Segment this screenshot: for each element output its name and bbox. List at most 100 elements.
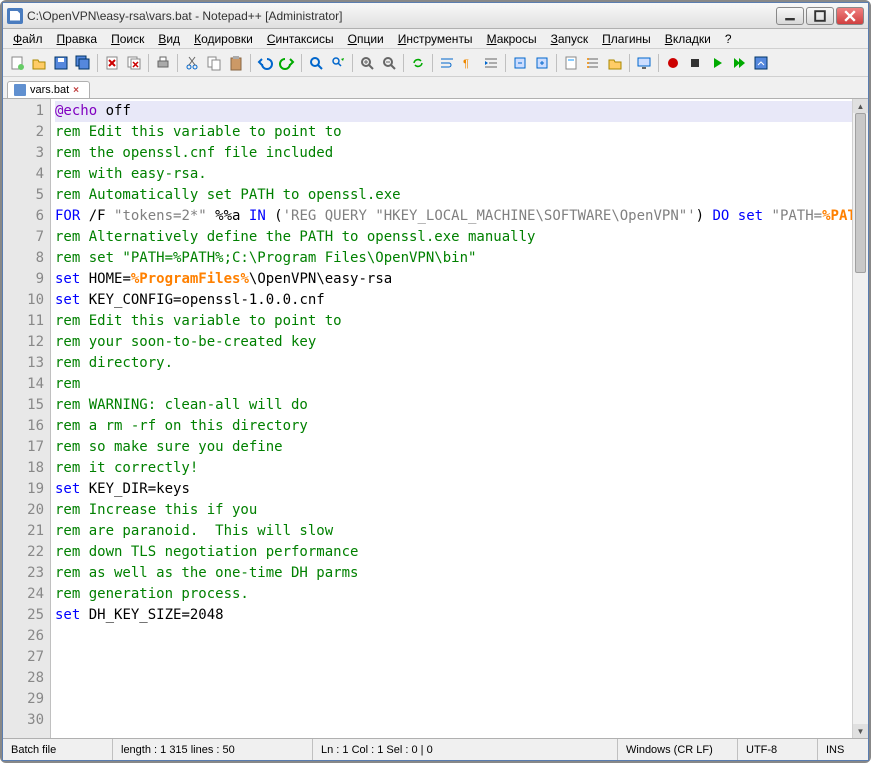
cut-icon[interactable] [182, 53, 202, 73]
scroll-down-arrow[interactable]: ▼ [853, 724, 868, 738]
menu-item-4[interactable]: Кодировки [188, 30, 259, 48]
fold-icon[interactable] [510, 53, 530, 73]
code-line[interactable]: rem so make sure you define [55, 437, 864, 458]
find-icon[interactable] [306, 53, 326, 73]
scroll-up-arrow[interactable]: ▲ [853, 99, 868, 113]
close-button[interactable] [836, 7, 864, 25]
func-list-icon[interactable] [583, 53, 603, 73]
code-line[interactable]: rem Alternatively define the PATH to ope… [55, 227, 864, 248]
code-line[interactable]: set KEY_DIR=keys [55, 479, 864, 500]
record-icon[interactable] [663, 53, 683, 73]
toolbar-separator [629, 54, 630, 72]
line-number: 27 [3, 647, 44, 668]
maximize-button[interactable] [806, 7, 834, 25]
menu-item-7[interactable]: Инструменты [392, 30, 479, 48]
code-line[interactable]: rem the openssl.cnf file included [55, 143, 864, 164]
code-line[interactable]: set KEY_CONFIG=openssl-1.0.0.cnf [55, 290, 864, 311]
editor-area[interactable]: 1234567891011121314151617181920212223242… [3, 99, 868, 738]
code-line[interactable]: set HOME=%ProgramFiles%\OpenVPN\easy-rsa [55, 269, 864, 290]
code-content[interactable]: @echo offrem Edit this variable to point… [51, 99, 868, 738]
close-all-icon[interactable] [124, 53, 144, 73]
save-icon[interactable] [51, 53, 71, 73]
code-line[interactable]: rem with easy-rsa. [55, 164, 864, 185]
code-line[interactable]: rem Automatically set PATH to openssl.ex… [55, 185, 864, 206]
print-icon[interactable] [153, 53, 173, 73]
zoom-in-icon[interactable] [357, 53, 377, 73]
vertical-scrollbar[interactable]: ▲ ▼ [852, 99, 868, 738]
new-icon[interactable] [7, 53, 27, 73]
code-line[interactable]: @echo off [55, 101, 864, 122]
menu-item-1[interactable]: Правка [51, 30, 104, 48]
save-all-icon[interactable] [73, 53, 93, 73]
code-line[interactable]: rem set "PATH=%PATH%;C:\Program Files\Op… [55, 248, 864, 269]
code-line[interactable]: rem [55, 374, 864, 395]
line-number: 10 [3, 290, 44, 311]
folder-icon[interactable] [605, 53, 625, 73]
play-icon[interactable] [707, 53, 727, 73]
code-line[interactable]: rem a rm -rf on this directory [55, 416, 864, 437]
toolbar-separator [432, 54, 433, 72]
toolbar: ¶ [3, 49, 868, 77]
code-line[interactable]: set DH_KEY_SIZE=2048 [55, 605, 864, 626]
code-line[interactable]: rem directory. [55, 353, 864, 374]
line-number: 28 [3, 668, 44, 689]
menu-item-2[interactable]: Поиск [105, 30, 150, 48]
code-line[interactable]: rem down TLS negotiation performance [55, 542, 864, 563]
code-line[interactable]: rem Edit this variable to point to [55, 122, 864, 143]
code-line[interactable]: rem WARNING: clean-all will do [55, 395, 864, 416]
redo-icon[interactable] [277, 53, 297, 73]
line-number: 13 [3, 353, 44, 374]
code-line[interactable]: rem Edit this variable to point to [55, 311, 864, 332]
tab-vars-bat[interactable]: vars.bat × [7, 81, 90, 98]
code-line[interactable]: rem are paranoid. This will slow [55, 521, 864, 542]
paste-icon[interactable] [226, 53, 246, 73]
save-macro-icon[interactable] [751, 53, 771, 73]
zoom-out-icon[interactable] [379, 53, 399, 73]
titlebar[interactable]: C:\OpenVPN\easy-rsa\vars.bat - Notepad++… [3, 3, 868, 29]
file-icon [14, 84, 26, 96]
wrap-icon[interactable] [437, 53, 457, 73]
menu-item-6[interactable]: Опции [342, 30, 390, 48]
statusbar: Batch file length : 1 315 lines : 50 Ln … [3, 738, 868, 760]
line-number: 3 [3, 143, 44, 164]
menu-item-5[interactable]: Синтаксисы [261, 30, 340, 48]
doc-map-icon[interactable] [561, 53, 581, 73]
svg-text:¶: ¶ [463, 58, 469, 70]
menu-item-12[interactable]: ? [719, 30, 738, 48]
replace-icon[interactable] [328, 53, 348, 73]
menu-item-8[interactable]: Макросы [481, 30, 543, 48]
code-line[interactable]: rem Increase this if you [55, 500, 864, 521]
all-chars-icon[interactable]: ¶ [459, 53, 479, 73]
code-line[interactable]: rem it correctly! [55, 458, 864, 479]
code-line[interactable]: FOR /F "tokens=2*" %%a IN ('REG QUERY "H… [55, 206, 864, 227]
code-line[interactable]: rem your soon-to-be-created key [55, 332, 864, 353]
undo-icon[interactable] [255, 53, 275, 73]
stop-icon[interactable] [685, 53, 705, 73]
app-icon [7, 8, 23, 24]
line-number: 15 [3, 395, 44, 416]
menu-item-11[interactable]: Вкладки [659, 30, 717, 48]
copy-icon[interactable] [204, 53, 224, 73]
line-number: 11 [3, 311, 44, 332]
line-number: 26 [3, 626, 44, 647]
monitor-icon[interactable] [634, 53, 654, 73]
tab-close-icon[interactable]: × [73, 85, 83, 95]
line-number: 30 [3, 710, 44, 731]
code-line[interactable]: rem as well as the one-time DH parms [55, 563, 864, 584]
line-number: 2 [3, 122, 44, 143]
scrollbar-thumb[interactable] [855, 113, 866, 273]
toolbar-separator [403, 54, 404, 72]
menu-item-10[interactable]: Плагины [596, 30, 657, 48]
sync-icon[interactable] [408, 53, 428, 73]
unfold-icon[interactable] [532, 53, 552, 73]
open-icon[interactable] [29, 53, 49, 73]
minimize-button[interactable] [776, 7, 804, 25]
indent-icon[interactable] [481, 53, 501, 73]
window-title: C:\OpenVPN\easy-rsa\vars.bat - Notepad++… [27, 9, 776, 23]
menu-item-3[interactable]: Вид [152, 30, 186, 48]
close-icon[interactable] [102, 53, 122, 73]
code-line[interactable]: rem generation process. [55, 584, 864, 605]
menu-item-9[interactable]: Запуск [545, 30, 595, 48]
play-multi-icon[interactable] [729, 53, 749, 73]
menu-item-0[interactable]: Файл [7, 30, 49, 48]
